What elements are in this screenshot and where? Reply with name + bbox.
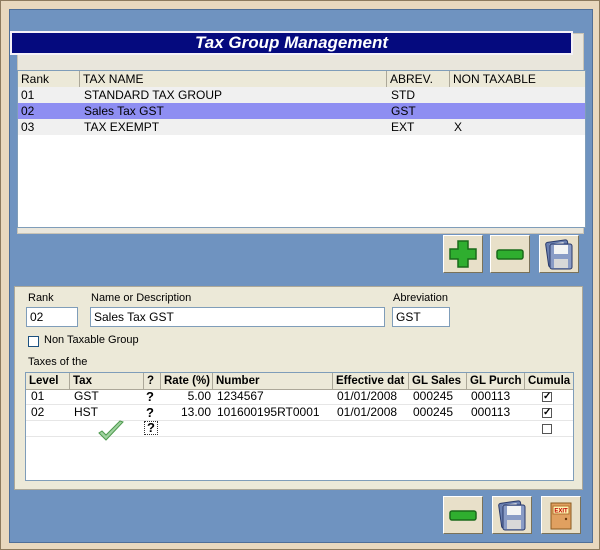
column-header-tax-name[interactable]: TAX NAME: [80, 71, 387, 87]
gl-purch: 000113: [471, 405, 511, 419]
checkmark-icon: [98, 420, 124, 441]
help-icon[interactable]: ?: [146, 389, 154, 404]
effective-date: 01/01/2008: [337, 405, 398, 419]
row-rank: 02: [21, 104, 35, 118]
gl-sales: 000245: [413, 389, 454, 403]
gl-sales: 000245: [413, 405, 454, 419]
cumulative-checkbox[interactable]: ✓: [542, 408, 552, 418]
save-button[interactable]: [539, 235, 579, 273]
column-header-effective-date[interactable]: Effective dat: [333, 373, 409, 389]
column-header-rate[interactable]: Rate (%): [161, 373, 213, 389]
save-button[interactable]: [492, 496, 532, 534]
row-rank: 01: [21, 88, 35, 102]
row-abrev: EXT: [391, 120, 415, 134]
row-tax-name: TAX EXEMPT: [84, 120, 160, 134]
remove-button[interactable]: [490, 235, 530, 273]
add-button[interactable]: [443, 235, 483, 273]
column-header-gl-purch[interactable]: GL Purch: [467, 373, 525, 389]
tax-number: 101600195RT0001: [217, 405, 320, 419]
cumulative-checkbox[interactable]: ✓: [542, 392, 552, 402]
help-icon[interactable]: ?: [146, 405, 154, 420]
page-title: Tax Group Management: [10, 31, 573, 55]
tax-groups-table[interactable]: Rank TAX NAME ABREV. NON TAXABLE 01 STAN…: [17, 70, 586, 228]
tax-level: 02: [31, 405, 45, 419]
name-field[interactable]: Sales Tax GST: [90, 307, 385, 327]
plus-icon: [449, 240, 477, 268]
help-icon[interactable]: ?: [144, 421, 158, 435]
tax-level: 01: [31, 389, 45, 403]
minus-icon: [496, 249, 524, 260]
cumulative-checkbox[interactable]: [542, 424, 552, 434]
exit-button[interactable]: EXIT: [541, 496, 581, 534]
column-header-number[interactable]: Number: [213, 373, 333, 389]
effective-date: 01/01/2008: [337, 389, 398, 403]
column-header-cumulative[interactable]: Cumula: [525, 373, 571, 389]
column-header-gl-sales[interactable]: GL Sales: [409, 373, 467, 389]
table-row[interactable]: 03 TAX EXEMPT EXT X: [18, 119, 585, 135]
rank-label: Rank: [28, 292, 54, 304]
column-header-non-taxable[interactable]: NON TAXABLE: [450, 71, 585, 87]
table-header: Level Tax ? Rate (%) Number Effective da…: [26, 373, 573, 390]
gl-purch: 000113: [471, 389, 511, 403]
exit-sign: EXIT: [554, 509, 568, 515]
floppy-disk-icon: [545, 239, 573, 270]
table-row[interactable]: 01 GST ? 5.00 1234567 01/01/2008 000245 …: [26, 389, 573, 405]
taxes-label: Taxes of the: [28, 356, 88, 368]
rank-field[interactable]: 02: [26, 307, 78, 327]
tax-number: 1234567: [217, 389, 264, 403]
row-abrev: GST: [391, 104, 416, 118]
exit-door-icon: EXIT: [550, 502, 572, 530]
non-taxable-checkbox[interactable]: [28, 336, 39, 347]
non-taxable-label: Non Taxable Group: [44, 334, 139, 346]
row-tax-name: STANDARD TAX GROUP: [84, 88, 223, 102]
column-header-tax[interactable]: Tax: [70, 373, 144, 389]
row-non-taxable: X: [454, 120, 463, 134]
minus-icon: [449, 510, 477, 521]
tax-rate: 5.00: [187, 389, 211, 403]
remove-button[interactable]: [443, 496, 483, 534]
tax-name: HST: [74, 405, 98, 419]
row-rank: 03: [21, 120, 35, 134]
floppy-disk-icon: [498, 500, 526, 531]
abreviation-field[interactable]: GST: [392, 307, 450, 327]
table-header: Rank TAX NAME ABREV. NON TAXABLE: [18, 71, 585, 88]
abreviation-label: Abreviation: [393, 292, 449, 304]
tax-rate: 13.00: [180, 405, 211, 419]
column-header-help[interactable]: ?: [144, 373, 161, 389]
column-header-level[interactable]: Level: [26, 373, 70, 389]
name-label: Name or Description: [91, 292, 192, 304]
table-row-selected[interactable]: 02 Sales Tax GST GST: [18, 103, 585, 119]
row-abrev: STD: [391, 88, 415, 102]
row-tax-name: Sales Tax GST: [84, 104, 164, 118]
table-row[interactable]: 01 STANDARD TAX GROUP STD: [18, 87, 585, 103]
tax-name: GST: [74, 389, 99, 403]
column-header-abrev[interactable]: ABREV.: [387, 71, 450, 87]
column-header-rank[interactable]: Rank: [18, 71, 80, 87]
